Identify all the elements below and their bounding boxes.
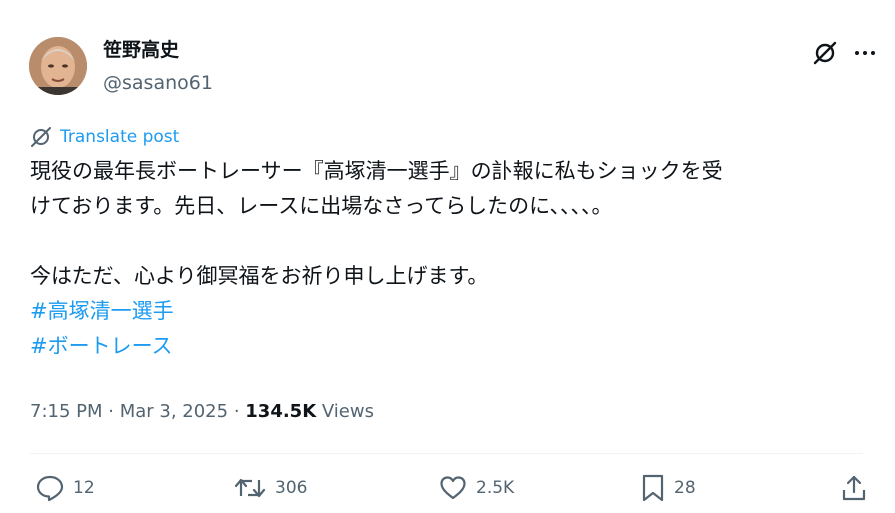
- bookmark-icon: [642, 474, 664, 502]
- avatar[interactable]: [29, 37, 87, 95]
- more-icon: [855, 51, 875, 55]
- repost-button[interactable]: 306: [233, 473, 307, 503]
- repost-count: 306: [275, 478, 308, 498]
- grok-button[interactable]: [812, 40, 838, 66]
- translate-post-label: Translate post: [60, 127, 180, 147]
- meta-separator: ·: [102, 401, 120, 422]
- meta-separator-2: ·: [228, 401, 246, 422]
- grok-icon: [813, 41, 837, 65]
- like-button[interactable]: 2.5K: [438, 473, 514, 503]
- tweet-text-line-2: けております。先日、レースに出場なさってらしたのに、、、、。: [30, 194, 613, 218]
- post-date[interactable]: Mar 3, 2025: [120, 401, 228, 422]
- bookmark-count: 28: [674, 478, 696, 498]
- translate-post-button[interactable]: Translate post: [30, 125, 179, 149]
- author-display-name[interactable]: 笹野高史: [103, 38, 179, 62]
- tweet-text-line-3: 今はただ、心より御冥福をお祈り申し上げます。: [30, 264, 489, 288]
- share-button[interactable]: [840, 473, 868, 503]
- share-icon: [842, 475, 866, 501]
- views-count[interactable]: 134.5K: [245, 401, 316, 422]
- repost-icon: [234, 478, 266, 498]
- tweet-card: 笹野高史 @sasano61 Translate post 現役の最年長ボートレ…: [0, 0, 893, 513]
- tweet-text-line-1: 現役の最年長ボートレーサー『高塚清一選手』の訃報に私もショックを受: [30, 159, 723, 183]
- tweet-meta: 7:15 PM · Mar 3, 2025 · 134.5K Views: [30, 400, 374, 424]
- hashtag-takatsuka-seiichi[interactable]: #高塚清一選手: [30, 294, 875, 329]
- hashtag-boat-race[interactable]: #ボートレース: [30, 329, 875, 364]
- like-count: 2.5K: [476, 478, 515, 498]
- translate-icon: [31, 127, 51, 147]
- post-time[interactable]: 7:15 PM: [30, 401, 103, 422]
- more-button[interactable]: [852, 40, 878, 66]
- bookmark-button[interactable]: 28: [640, 473, 696, 503]
- tweet-text: 現役の最年長ボートレーサー『高塚清一選手』の訃報に私もショックを受 けております…: [30, 154, 875, 364]
- reply-icon: [36, 475, 64, 502]
- views-label: Views: [316, 401, 374, 422]
- reply-count: 12: [73, 478, 95, 498]
- like-icon: [440, 476, 466, 500]
- reply-button[interactable]: 12: [35, 473, 95, 503]
- author-handle[interactable]: @sasano61: [103, 71, 213, 95]
- divider: [30, 453, 863, 454]
